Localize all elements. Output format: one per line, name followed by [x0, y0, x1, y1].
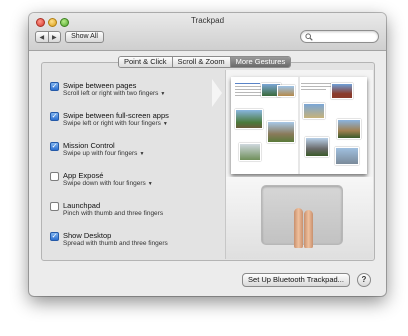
app-expose-checkbox[interactable]	[50, 172, 59, 181]
launchpad-checkbox[interactable]	[50, 202, 59, 211]
title-bar: Trackpad ◀ ▶ Show All	[29, 13, 386, 51]
tab-more-gestures[interactable]: More Gestures	[229, 57, 291, 67]
preview-document-image	[231, 77, 367, 174]
document-right-page	[301, 81, 363, 170]
photo-thumbnail	[239, 143, 261, 161]
tab-scroll-zoom[interactable]: Scroll & Zoom	[171, 57, 230, 67]
option-swipe-fullscreen: ✓ Swipe between full-screen apps Swipe l…	[50, 111, 210, 141]
help-button[interactable]: ?	[357, 273, 371, 287]
option-show-desktop: ✓ Show Desktop Spread with thumb and thr…	[50, 231, 210, 261]
option-label: Swipe between full-screen apps	[63, 111, 169, 120]
tab-bar: Point & Click Scroll & Zoom More Gesture…	[118, 56, 292, 68]
option-label: Mission Control	[63, 141, 115, 150]
swipe-pages-checkbox[interactable]: ✓	[50, 82, 59, 91]
gesture-popup-menu[interactable]: Scroll left or right with two fingers ▼	[63, 90, 165, 97]
swipe-fullscreen-checkbox[interactable]: ✓	[50, 112, 59, 121]
trackpad-illustration	[226, 177, 373, 259]
tab-point-click[interactable]: Point & Click	[119, 57, 172, 67]
finger-graphic	[304, 210, 313, 248]
menu-arrow-icon: ▼	[139, 151, 145, 157]
option-launchpad: Launchpad Pinch with thumb and three fin…	[50, 201, 210, 231]
search-field[interactable]	[300, 30, 379, 43]
photo-thumbnail	[337, 119, 361, 139]
gesture-options-list: ✓ Swipe between pages Scroll left or rig…	[50, 81, 210, 261]
search-input[interactable]	[315, 32, 373, 41]
option-label: Launchpad	[63, 201, 101, 210]
forward-button[interactable]: ▶	[47, 32, 61, 42]
gesture-preview	[225, 70, 373, 259]
photo-thumbnail	[267, 121, 295, 143]
back-button[interactable]: ◀	[36, 32, 48, 42]
option-mission-control: ✓ Mission Control Swipe up with four fin…	[50, 141, 210, 171]
photo-thumbnail	[303, 103, 325, 119]
photo-thumbnail	[305, 137, 329, 157]
tab-content-panel: ✓ Swipe between pages Scroll left or rig…	[41, 62, 375, 261]
gesture-popup-menu[interactable]: Swipe down with four fingers ▼	[63, 180, 153, 187]
option-swipe-pages: ✓ Swipe between pages Scroll left or rig…	[50, 81, 210, 111]
window-title: Trackpad	[190, 16, 225, 25]
menu-arrow-icon: ▼	[147, 181, 153, 187]
finger-graphic	[294, 208, 303, 248]
gesture-popup-menu[interactable]: Swipe up with four fingers ▼	[63, 150, 144, 157]
selection-pointer	[212, 79, 222, 107]
option-app-expose: App Exposé Swipe down with four fingers ▼	[50, 171, 210, 201]
gesture-popup-menu[interactable]: Swipe left or right with four fingers ▼	[63, 120, 168, 127]
option-label: Show Desktop	[63, 231, 112, 240]
photo-thumbnail	[235, 109, 263, 129]
option-subtitle: Swipe up with four fingers	[63, 150, 138, 157]
photo-thumbnail	[331, 83, 353, 99]
preferences-window: Trackpad ◀ ▶ Show All Point & Click Scro…	[29, 13, 386, 296]
show-all-button[interactable]: Show All	[65, 31, 104, 43]
option-subtitle: Swipe down with four fingers	[63, 180, 146, 187]
show-desktop-checkbox[interactable]: ✓	[50, 232, 59, 241]
menu-arrow-icon: ▼	[160, 91, 166, 97]
option-subtitle: Scroll left or right with two fingers	[63, 90, 159, 97]
setup-bluetooth-trackpad-button[interactable]: Set Up Bluetooth Trackpad...	[242, 273, 350, 287]
option-subtitle: Swipe left or right with four fingers	[63, 120, 161, 127]
option-subtitle: Spread with thumb and three fingers	[63, 240, 168, 247]
option-subtitle: Pinch with thumb and three fingers	[63, 210, 164, 217]
option-label: App Exposé	[63, 171, 104, 180]
document-left-page	[235, 81, 297, 170]
back-forward-control: ◀ ▶	[35, 31, 61, 43]
trackpad-graphic	[261, 185, 343, 248]
photo-thumbnail	[335, 147, 359, 165]
search-icon	[305, 33, 313, 41]
option-label: Swipe between pages	[63, 81, 137, 90]
menu-arrow-icon: ▼	[162, 121, 168, 127]
photo-thumbnail	[277, 85, 295, 97]
mission-control-checkbox[interactable]: ✓	[50, 142, 59, 151]
